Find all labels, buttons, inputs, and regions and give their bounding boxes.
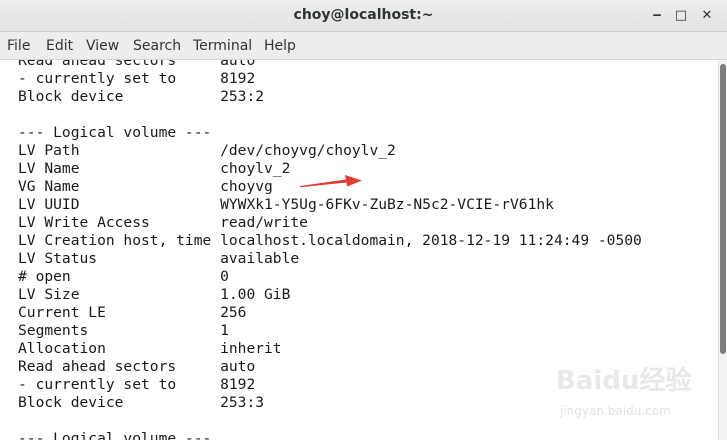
window-title: choy@localhost:~ (293, 7, 434, 23)
terminal-line: LV Creation host, time localhost.localdo… (18, 232, 642, 249)
menu-view[interactable]: View (86, 32, 119, 60)
terminal-line: Read ahead sectors auto (18, 60, 256, 69)
menu-edit[interactable]: Edit (46, 32, 73, 60)
maximize-icon[interactable]: □ (671, 6, 691, 26)
terminal-line: - currently set to 8192 (18, 376, 256, 393)
terminal-line: LV Name choylv_2 (18, 160, 291, 177)
terminal-line: # open 0 (18, 268, 229, 285)
scrollbar-thumb[interactable] (720, 64, 726, 354)
terminal-line: LV Path /dev/choyvg/choylv_2 (18, 142, 396, 159)
menu-search[interactable]: Search (133, 32, 181, 60)
menu-help[interactable]: Help (264, 32, 296, 60)
watermark-brand: Baidu经验 (556, 366, 692, 396)
terminal-line: Segments 1 (18, 322, 229, 339)
terminal-line: LV UUID WYWXk1-Y5Ug-6FKv-ZuBz-N5c2-VCIE-… (18, 196, 554, 213)
terminal-line: Allocation inherit (18, 340, 282, 357)
terminal-line: --- Logical volume --- (18, 124, 212, 141)
terminal-line: LV Status available (18, 250, 300, 267)
terminal-line: Current LE 256 (18, 304, 247, 321)
menu-file[interactable]: File (7, 32, 30, 60)
red-arrow-annotation-icon (300, 175, 362, 188)
minimize-icon[interactable]: ‒ (647, 6, 667, 26)
terminal-line: VG Name choyvg (18, 178, 273, 195)
menu-terminal[interactable]: Terminal (193, 32, 252, 60)
terminal-line: Read ahead sectors auto (18, 358, 256, 375)
terminal-line: --- Logical volume --- (18, 430, 212, 440)
scrollbar[interactable] (718, 60, 727, 440)
title-bar[interactable]: choy@localhost:~ ‒ □ ✕ (0, 0, 727, 32)
terminal-line: LV Size 1.00 GiB (18, 286, 291, 303)
terminal-line: Block device 253:2 (18, 88, 265, 105)
terminal-line: Block device 253:3 (18, 394, 265, 411)
menu-bar: File Edit View Search Terminal Help (0, 32, 727, 60)
terminal-line: - currently set to 8192 (18, 70, 256, 87)
terminal-line: LV Write Access read/write (18, 214, 308, 231)
watermark-url: jingyan.baidu.com (560, 404, 671, 418)
close-icon[interactable]: ✕ (697, 6, 717, 26)
